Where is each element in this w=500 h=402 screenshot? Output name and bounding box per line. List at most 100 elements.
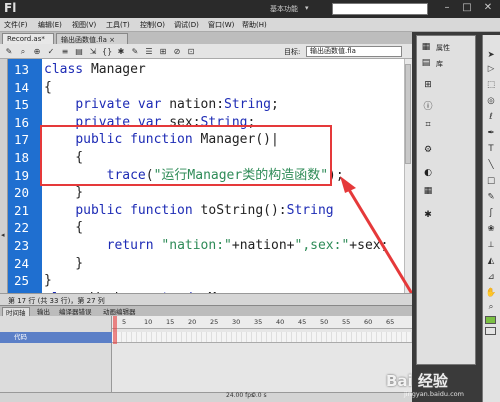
line-number: 17 — [14, 132, 30, 148]
target-select[interactable]: 输出函数值.fla — [306, 46, 402, 57]
menu-view[interactable]: 视图(V) — [72, 20, 96, 30]
fill-color-swatch[interactable] — [485, 327, 496, 335]
text-tool-icon[interactable]: T — [485, 144, 497, 155]
code-line[interactable]: 25} — [0, 272, 404, 290]
library-label[interactable]: 库 — [436, 59, 443, 69]
subselection-tool-icon[interactable]: ▷ — [485, 64, 497, 75]
menu-file[interactable]: 文件(F) — [4, 20, 28, 30]
line-number: 25 — [14, 273, 30, 289]
line-number: 19 — [14, 167, 30, 183]
code-line[interactable]: 20 } — [0, 184, 404, 202]
menu-debug[interactable]: 调试(D) — [174, 20, 199, 30]
menu-edit[interactable]: 编辑(E) — [38, 20, 62, 30]
selection-tool-icon[interactable]: ➤ — [485, 50, 497, 61]
lasso-tool-icon[interactable]: ℓ — [485, 112, 497, 123]
help-search-input[interactable] — [332, 3, 428, 15]
code-line[interactable]: 23 return "nation:"+nation+",sex:"+sex; — [0, 237, 404, 255]
scrollbar-thumb[interactable] — [405, 64, 411, 164]
info-icon[interactable]: ⓘ — [422, 102, 434, 113]
menu-control[interactable]: 控制(O) — [140, 20, 165, 30]
chevron-down-icon[interactable]: ▾ — [305, 4, 309, 12]
swatches-icon[interactable]: ▦ — [422, 186, 434, 197]
check-syntax-icon[interactable]: ✓ — [46, 47, 56, 56]
eyedropper-tool-icon[interactable]: ⊿ — [485, 272, 497, 283]
ruler-tick: 45 — [298, 318, 307, 326]
bone-tool-icon[interactable]: ⟂ — [485, 240, 497, 251]
3d-rotation-tool-icon[interactable]: ◎ — [485, 96, 497, 107]
minimize-button[interactable]: – — [438, 1, 456, 15]
code-text[interactable]: class Manager — [44, 61, 146, 79]
add-statement-icon[interactable]: ✎ — [4, 47, 14, 56]
ruler-tick: 30 — [232, 318, 241, 326]
target-icon[interactable]: ⊕ — [32, 47, 42, 56]
code-text[interactable]: public function toString():String — [44, 202, 333, 220]
code-line[interactable]: 21 public function toString():String — [0, 202, 404, 220]
target-label: 目标: — [284, 48, 301, 56]
components-icon[interactable]: ⚙ — [422, 145, 434, 156]
free-transform-tool-icon[interactable]: ⬚ — [485, 80, 497, 91]
tab-record-as[interactable]: Record.as* × — [2, 33, 54, 51]
menu-help[interactable]: 帮助(H) — [242, 20, 267, 30]
code-text[interactable]: private var nation:String; — [44, 96, 279, 114]
debug-icon[interactable]: ⇲ — [88, 47, 98, 56]
deco-tool-icon[interactable]: ❀ — [485, 224, 497, 235]
workspace-switcher[interactable]: 基本功能 — [270, 4, 298, 14]
menu-bar: 文件(F) 编辑(E) 视图(V) 工具(T) 控制(O) 调试(D) 窗口(W… — [0, 18, 500, 32]
auto-format-icon[interactable]: ≡ — [60, 47, 70, 56]
close-button[interactable]: ✕ — [479, 1, 497, 15]
line-tool-icon[interactable]: ╲ — [485, 160, 497, 171]
show-toolbox-icon[interactable]: ⊡ — [186, 47, 196, 56]
code-text[interactable]: { — [44, 219, 83, 237]
frame-ruler[interactable]: 5 10 15 20 25 30 35 40 45 50 55 60 65 — [112, 316, 412, 329]
ruler-tick: 10 — [144, 318, 153, 326]
pencil-tool-icon[interactable]: ✎ — [485, 192, 497, 203]
layer-frames[interactable] — [112, 332, 412, 343]
line-number: 15 — [14, 97, 30, 113]
apply-line-comment-icon[interactable]: ⊞ — [158, 47, 168, 56]
ruler-tick: 40 — [276, 318, 285, 326]
hand-tool-icon[interactable]: ✋ — [485, 288, 497, 299]
menu-tools[interactable]: 工具(T) — [106, 20, 130, 30]
code-text[interactable]: } — [44, 272, 52, 290]
tab-output-fla[interactable]: 输出函数值.fla × — [56, 33, 128, 44]
playhead[interactable] — [113, 316, 117, 344]
ruler-tick: 20 — [188, 318, 197, 326]
collapse-selection-icon[interactable]: ✱ — [116, 47, 126, 56]
ruler-tick: 15 — [166, 318, 175, 326]
align-icon[interactable]: ⊞ — [422, 80, 434, 91]
code-line[interactable]: 15 private var nation:String; — [0, 96, 404, 114]
brush-tool-icon[interactable]: ʃ — [485, 208, 497, 219]
code-line[interactable]: 24 } — [0, 255, 404, 273]
code-line[interactable]: 13 class Manager — [0, 61, 404, 79]
ruler-tick: 55 — [342, 318, 351, 326]
color-icon[interactable]: ◐ — [422, 168, 434, 179]
code-text[interactable]: } — [44, 255, 83, 273]
motion-presets-icon[interactable]: ✱ — [422, 210, 434, 221]
find-icon[interactable]: ⌕ — [18, 47, 28, 56]
menu-window[interactable]: 窗口(W) — [208, 20, 234, 30]
properties-label[interactable]: 属性 — [436, 43, 450, 53]
transform-icon[interactable]: ⌗ — [422, 120, 434, 131]
collapse-braces-icon[interactable]: {} — [102, 47, 112, 56]
code-text[interactable]: } — [44, 184, 83, 202]
apply-block-comment-icon[interactable]: ☰ — [144, 47, 154, 56]
frame-rate[interactable]: 24.00 fps — [226, 392, 254, 399]
code-text[interactable]: return "nation:"+nation+",sex:"+sex; — [44, 237, 389, 255]
line-number: 22 — [14, 220, 30, 236]
rectangle-tool-icon[interactable]: □ — [485, 176, 497, 187]
paint-bucket-tool-icon[interactable]: ◭ — [485, 256, 497, 267]
code-line[interactable]: 14 { — [0, 79, 404, 97]
pen-tool-icon[interactable]: ✒ — [485, 128, 497, 139]
expand-all-icon[interactable]: ✎ — [130, 47, 140, 56]
layer-row[interactable]: 代码 — [0, 332, 112, 343]
stroke-color-swatch[interactable] — [485, 316, 496, 324]
code-line[interactable]: 22 { — [0, 219, 404, 237]
zoom-tool-icon[interactable]: ⌕ — [485, 302, 497, 313]
code-text[interactable]: { — [44, 79, 52, 97]
properties-icon[interactable]: ▦ — [420, 42, 432, 53]
remove-comment-icon[interactable]: ⊘ — [172, 47, 182, 56]
code-hint-icon[interactable]: ▤ — [74, 47, 84, 56]
line-number: 13 — [14, 62, 30, 77]
library-icon[interactable]: ▤ — [420, 58, 432, 69]
maximize-button[interactable]: □ — [458, 1, 476, 15]
